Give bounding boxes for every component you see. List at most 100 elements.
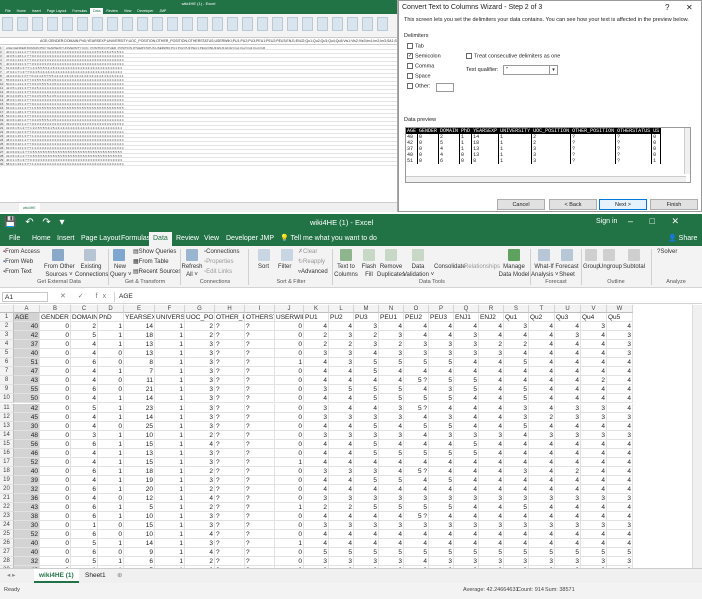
- grid-cell[interactable]: 1: [155, 385, 185, 395]
- grid-cell[interactable]: 3: [185, 403, 215, 413]
- grid-cell[interactable]: 4: [504, 430, 529, 440]
- grid-cell[interactable]: 4: [607, 439, 633, 449]
- grid-cell[interactable]: 3: [504, 322, 529, 332]
- grid-cell[interactable]: 0: [275, 557, 304, 567]
- grid-cell[interactable]: 4: [504, 512, 529, 522]
- from-access-button[interactable]: ▪From Access: [3, 248, 40, 256]
- grid-cell[interactable]: AGE: [14, 313, 40, 323]
- grid-cell[interactable]: 4: [429, 466, 454, 476]
- grid-cell[interactable]: 5: [354, 475, 379, 485]
- column-header[interactable]: P: [429, 305, 454, 313]
- grid-cell[interactable]: 18: [124, 466, 155, 476]
- checkbox-space[interactable]: Space: [407, 73, 431, 79]
- grid-cell[interactable]: 0: [40, 439, 71, 449]
- grid-cell[interactable]: 4: [581, 385, 607, 395]
- grid-cell[interactable]: 4: [404, 367, 429, 377]
- grid-cell[interactable]: 42: [14, 403, 40, 413]
- grid-cell[interactable]: 45: [14, 412, 40, 422]
- grid-cell[interactable]: 4: [504, 457, 529, 467]
- grid-cell[interactable]: 4: [581, 340, 607, 350]
- grid-cell[interactable]: 18: [124, 331, 155, 341]
- grid-cell[interactable]: 1: [98, 439, 124, 449]
- grid-cell[interactable]: 3: [607, 430, 633, 440]
- grid-cell[interactable]: 2: [555, 466, 581, 476]
- grid-cell[interactable]: 4: [479, 394, 504, 404]
- grid-cell[interactable]: 1: [98, 466, 124, 476]
- grid-cell[interactable]: 4: [404, 439, 429, 449]
- column-header[interactable]: E: [124, 305, 155, 313]
- row-header[interactable]: 12: [0, 412, 14, 422]
- grid-cell[interactable]: 4: [555, 484, 581, 494]
- grid-cell[interactable]: 1: [155, 331, 185, 341]
- grid-cell[interactable]: 5: [504, 421, 529, 431]
- row-header[interactable]: 6: [0, 358, 14, 368]
- grid-cell[interactable]: 3: [329, 494, 354, 504]
- grid-cell[interactable]: ?: [215, 385, 245, 395]
- grid-cell[interactable]: ?: [245, 430, 275, 440]
- grid-cell[interactable]: 3: [429, 521, 454, 531]
- grid-cell[interactable]: 0: [40, 358, 71, 368]
- grid-cell[interactable]: 4: [555, 358, 581, 368]
- grid-cell[interactable]: 6: [71, 548, 98, 558]
- grid-cell[interactable]: 4: [581, 512, 607, 522]
- grid-cell[interactable]: 0: [98, 530, 124, 540]
- row-header[interactable]: 24: [0, 521, 14, 531]
- grid-cell[interactable]: 3: [379, 349, 404, 359]
- grid-cell[interactable]: 4: [354, 349, 379, 359]
- grid-cell[interactable]: 4: [529, 403, 555, 413]
- grid-cell[interactable]: 0: [98, 494, 124, 504]
- checkbox-space-box[interactable]: [407, 73, 413, 79]
- grid-cell[interactable]: 3: [555, 331, 581, 341]
- grid-cell[interactable]: 4: [379, 512, 404, 522]
- grid-cell[interactable]: 4: [504, 331, 529, 341]
- tab-file[interactable]: File: [5, 232, 24, 246]
- grid-cell[interactable]: 4: [581, 367, 607, 377]
- grid-cell[interactable]: 5: [607, 548, 633, 558]
- grid-cell[interactable]: 38: [14, 512, 40, 522]
- grid-cell[interactable]: 4: [529, 466, 555, 476]
- grid-cell[interactable]: 2: [185, 430, 215, 440]
- grid-cell[interactable]: 4: [529, 394, 555, 404]
- grid-cell[interactable]: 7: [124, 367, 155, 377]
- grid-cell[interactable]: 4: [529, 530, 555, 540]
- grid-cell[interactable]: 3: [185, 512, 215, 522]
- grid-cell[interactable]: 3: [304, 466, 329, 476]
- grid-cell[interactable]: 5: [479, 548, 504, 558]
- grid-cell[interactable]: 4: [329, 421, 354, 431]
- grid-cell[interactable]: 4: [329, 530, 354, 540]
- row-header[interactable]: 10: [0, 394, 14, 404]
- grid-cell[interactable]: 4: [607, 394, 633, 404]
- grid-cell[interactable]: 0: [275, 331, 304, 341]
- grid-cell[interactable]: PU3: [354, 313, 379, 323]
- checkbox-other-box[interactable]: [407, 83, 413, 89]
- grid-cell[interactable]: 4: [479, 512, 504, 522]
- grid-cell[interactable]: 4: [304, 512, 329, 522]
- grid-cell[interactable]: 4: [504, 530, 529, 540]
- grid-cell[interactable]: 1: [155, 521, 185, 531]
- grid-cell[interactable]: 4: [404, 457, 429, 467]
- grid-cell[interactable]: PEU1: [379, 313, 404, 323]
- row-header[interactable]: 20: [0, 484, 14, 494]
- grid-cell[interactable]: 4: [555, 385, 581, 395]
- grid-cell[interactable]: 0: [275, 430, 304, 440]
- grid-cell[interactable]: 1: [155, 448, 185, 458]
- grid-cell[interactable]: 0: [40, 421, 71, 431]
- grid-cell[interactable]: 4: [304, 448, 329, 458]
- grid-cell[interactable]: ?: [245, 494, 275, 504]
- grid-cell[interactable]: 30: [14, 421, 40, 431]
- grid-cell[interactable]: 1: [155, 421, 185, 431]
- grid-cell[interactable]: 13: [124, 448, 155, 458]
- grid-cell[interactable]: 5: [329, 548, 354, 558]
- grid-cell[interactable]: ?: [245, 539, 275, 549]
- grid-cell[interactable]: ?: [215, 457, 245, 467]
- grid-cell[interactable]: 2: [304, 331, 329, 341]
- grid-cell[interactable]: 8: [124, 358, 155, 368]
- background-tab[interactable]: Insert: [29, 8, 44, 14]
- grid-cell[interactable]: 4: [504, 448, 529, 458]
- grid-cell[interactable]: ?: [245, 512, 275, 522]
- grid-cell[interactable]: ENJ2: [479, 313, 504, 323]
- grid-cell[interactable]: ?: [215, 530, 245, 540]
- grid-cell[interactable]: 2: [504, 340, 529, 350]
- grid-cell[interactable]: 40: [14, 322, 40, 332]
- grid-cell[interactable]: 0: [40, 503, 71, 513]
